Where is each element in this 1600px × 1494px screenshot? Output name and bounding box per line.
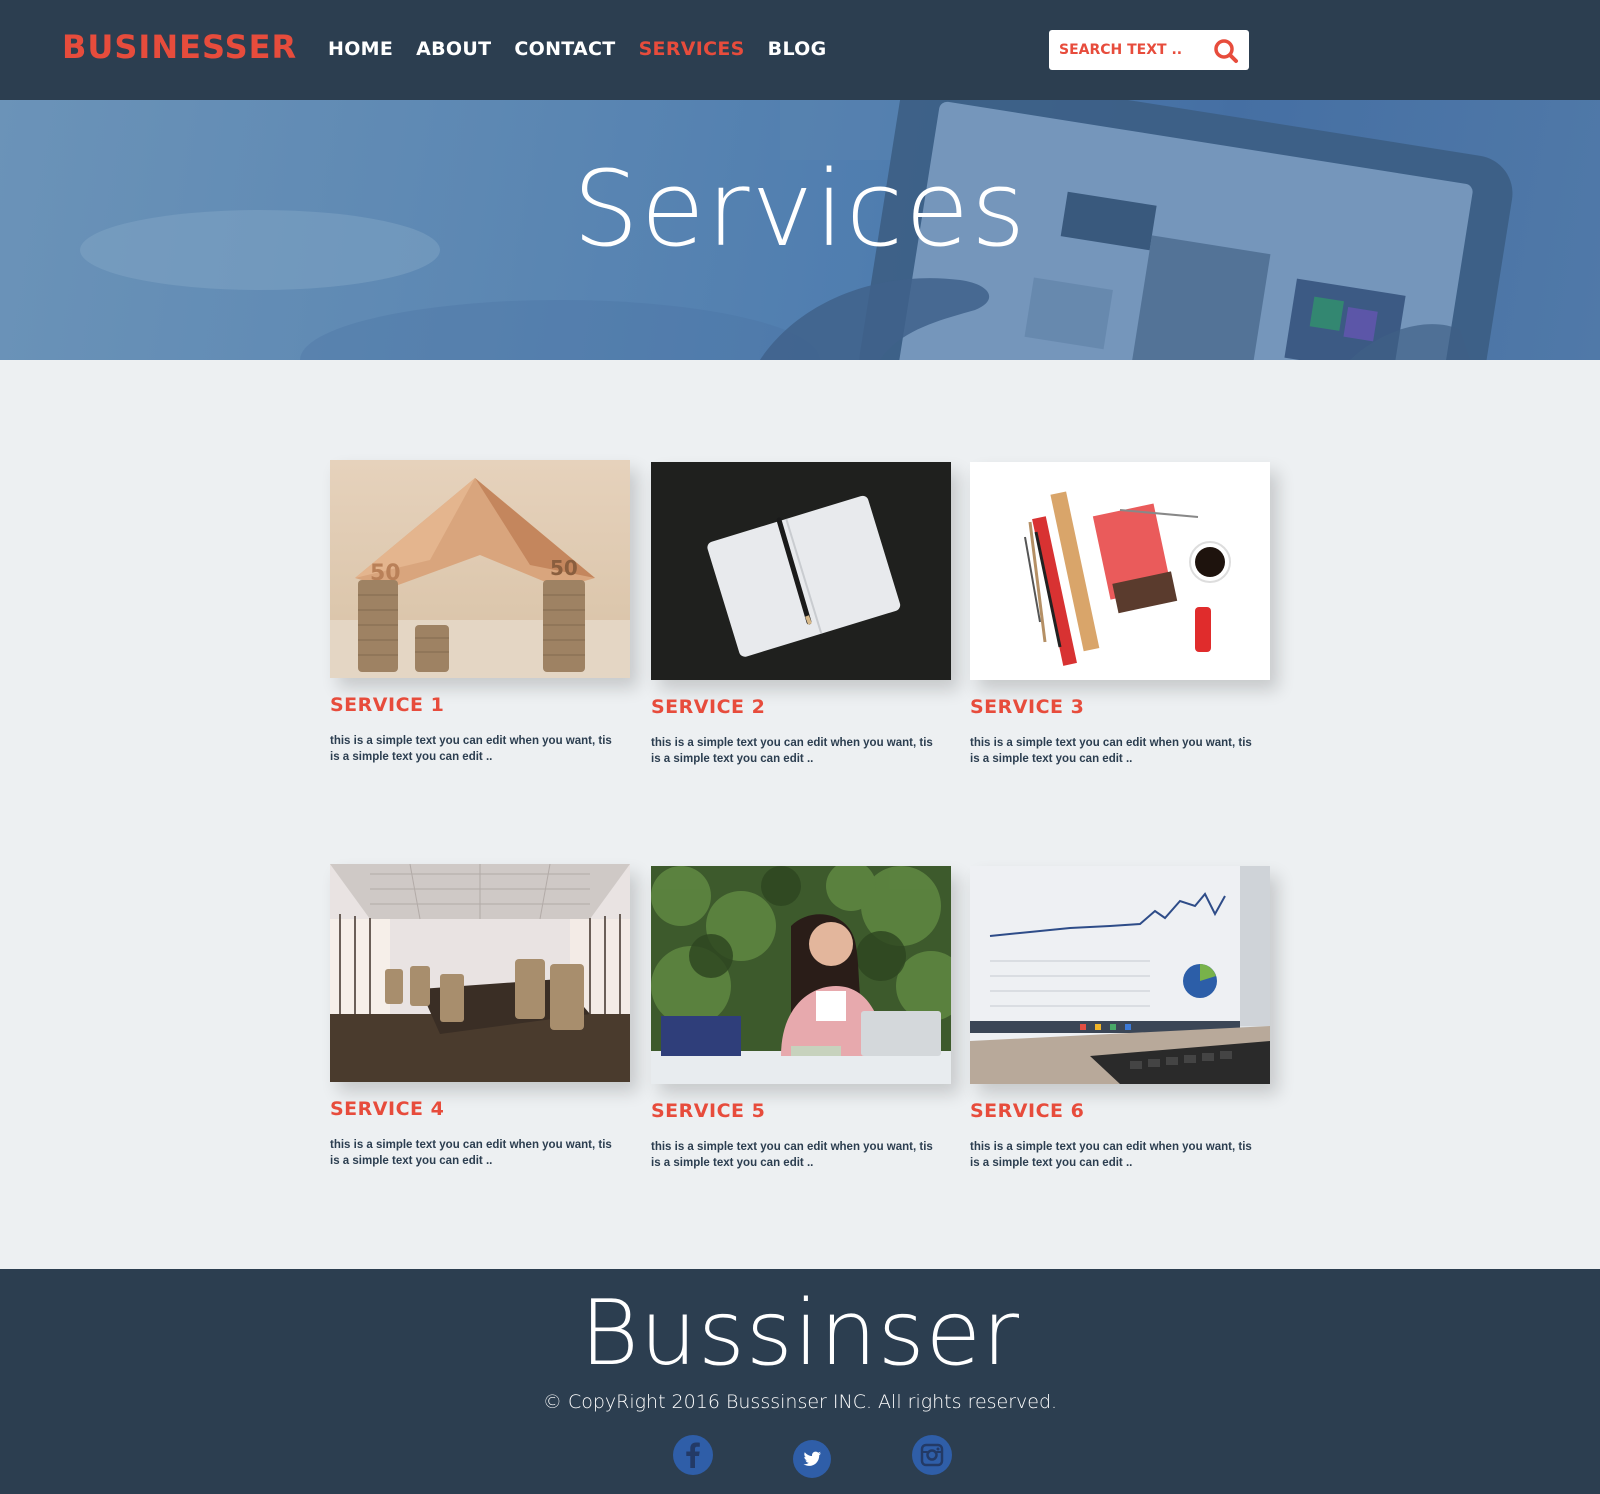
service-4-text: this is a simple text you can edit when … xyxy=(330,1139,612,1167)
service-5-image xyxy=(651,866,951,1084)
service-2-image xyxy=(651,462,951,680)
service-6-text: this is a simple text you can edit when … xyxy=(970,1141,1252,1169)
main-nav: HOME ABOUT CONTACT SERVICES BLOG xyxy=(328,38,850,60)
search-box xyxy=(1049,30,1249,70)
nav-about[interactable]: ABOUT xyxy=(416,38,491,60)
instagram-icon[interactable] xyxy=(912,1435,952,1475)
service-5-title[interactable]: SERVICE 5 xyxy=(651,1100,765,1122)
service-4-title[interactable]: SERVICE 4 xyxy=(330,1098,444,1120)
service-1-title[interactable]: SERVICE 1 xyxy=(330,694,444,716)
page-title: Services xyxy=(572,148,1028,270)
service-6-title[interactable]: SERVICE 6 xyxy=(970,1100,1084,1122)
hero-banner: Services xyxy=(0,100,1600,360)
copyright-text: © CopyRight 2016 Busssinser INC. All rig… xyxy=(542,1391,1058,1413)
search-icon[interactable] xyxy=(1213,38,1239,64)
site-footer: Bussinser © CopyRight 2016 Busssinser IN… xyxy=(0,1269,1600,1494)
nav-home[interactable]: HOME xyxy=(328,38,393,60)
twitter-icon[interactable] xyxy=(793,1440,831,1478)
service-3-title[interactable]: SERVICE 3 xyxy=(970,696,1084,718)
search-input[interactable] xyxy=(1059,38,1204,62)
service-1-text: this is a simple text you can edit when … xyxy=(330,735,612,763)
top-navbar: BUSINESSER HOME ABOUT CONTACT SERVICES B… xyxy=(0,0,1600,100)
service-6-image xyxy=(970,866,1270,1084)
service-4-image xyxy=(330,864,630,1082)
service-1-image: 50 50 xyxy=(330,460,630,678)
service-5-text: this is a simple text you can edit when … xyxy=(651,1141,933,1169)
nav-blog[interactable]: BLOG xyxy=(768,38,827,60)
service-3-image xyxy=(970,462,1270,680)
service-2-text: this is a simple text you can edit when … xyxy=(651,737,933,765)
service-3-text: this is a simple text you can edit when … xyxy=(970,737,1252,765)
site-logo[interactable]: BUSINESSER xyxy=(62,28,297,66)
svg-text:50: 50 xyxy=(550,556,578,580)
nav-contact[interactable]: CONTACT xyxy=(514,38,615,60)
facebook-icon[interactable] xyxy=(673,1435,713,1475)
footer-brand: Bussinser xyxy=(579,1281,1021,1386)
service-2-title[interactable]: SERVICE 2 xyxy=(651,696,765,718)
nav-services[interactable]: SERVICES xyxy=(639,38,745,60)
